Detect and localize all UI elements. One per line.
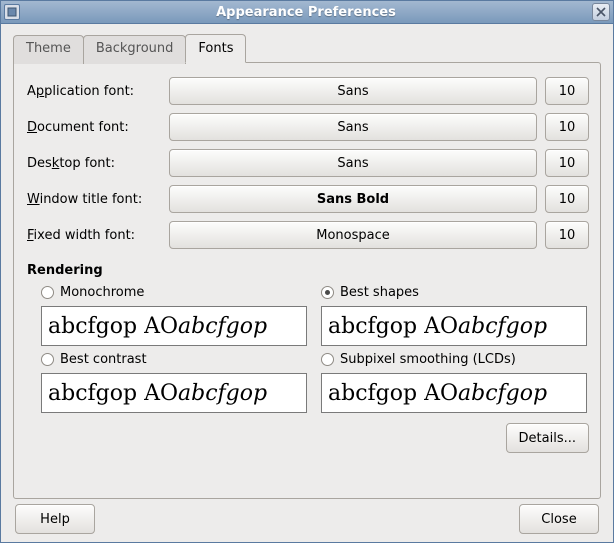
radio-icon [41, 286, 54, 299]
appearance-preferences-window: Appearance Preferences Theme Background … [0, 0, 614, 543]
window-title-font-label: Window title font: [25, 192, 161, 207]
content-area: Theme Background Fonts Application font:… [1, 24, 613, 542]
dialog-footer: Help Close [13, 500, 601, 534]
radio-subpixel-label: Subpixel smoothing (LCDs) [340, 352, 516, 367]
details-button[interactable]: Details... [506, 423, 589, 453]
radio-best-contrast-label: Best contrast [60, 352, 147, 367]
window-title-font-button[interactable]: Sans Bold [169, 185, 537, 213]
window-title: Appearance Preferences [216, 5, 396, 20]
application-font-button[interactable]: Sans [169, 77, 537, 105]
fixed-width-font-label: Fixed width font: [25, 228, 161, 243]
radio-subpixel[interactable]: Subpixel smoothing (LCDs) [321, 351, 587, 368]
fixed-width-font-button[interactable]: Monospace [169, 221, 537, 249]
desktop-font-label: Desktop font: [25, 156, 161, 171]
desktop-font-row: Desktop font: Sans 10 [25, 149, 589, 177]
rendering-heading: Rendering [27, 263, 589, 278]
preview-monochrome: abcfgop AO abcfgop [41, 306, 307, 346]
titlebar: Appearance Preferences [1, 1, 613, 24]
radio-monochrome[interactable]: Monochrome [41, 284, 307, 301]
document-font-row: Document font: Sans 10 [25, 113, 589, 141]
close-button[interactable]: Close [519, 504, 599, 534]
preview-best-contrast: abcfgop AO abcfgop [41, 373, 307, 413]
radio-best-shapes[interactable]: Best shapes [321, 284, 587, 301]
radio-icon [321, 353, 334, 366]
window-title-font-row: Window title font: Sans Bold 10 [25, 185, 589, 213]
tab-fonts[interactable]: Fonts [185, 34, 246, 63]
fixed-width-font-size-button[interactable]: 10 [545, 221, 589, 249]
document-font-button[interactable]: Sans [169, 113, 537, 141]
document-font-size-button[interactable]: 10 [545, 113, 589, 141]
details-row: Details... [25, 423, 589, 453]
application-font-label: Application font: [25, 84, 161, 99]
tab-background[interactable]: Background [83, 35, 187, 64]
application-font-row: Application font: Sans 10 [25, 77, 589, 105]
tab-theme[interactable]: Theme [13, 35, 84, 64]
desktop-font-size-button[interactable]: 10 [545, 149, 589, 177]
document-font-label: Document font: [25, 120, 161, 135]
app-icon [4, 4, 20, 20]
fonts-panel: Application font: Sans 10 Document font:… [13, 62, 601, 499]
fixed-width-font-row: Fixed width font: Monospace 10 [25, 221, 589, 249]
close-icon[interactable] [592, 3, 610, 21]
preview-subpixel: abcfgop AO abcfgop [321, 373, 587, 413]
radio-icon [321, 286, 334, 299]
preview-best-shapes: abcfgop AO abcfgop [321, 306, 587, 346]
desktop-font-button[interactable]: Sans [169, 149, 537, 177]
rendering-grid: Monochrome Best shapes abcfgop AO abcfgo… [25, 284, 589, 413]
tab-strip: Theme Background Fonts [13, 34, 601, 63]
help-button[interactable]: Help [15, 504, 95, 534]
radio-best-contrast[interactable]: Best contrast [41, 351, 307, 368]
radio-best-shapes-label: Best shapes [340, 285, 419, 300]
window-title-font-size-button[interactable]: 10 [545, 185, 589, 213]
radio-icon [41, 353, 54, 366]
application-font-size-button[interactable]: 10 [545, 77, 589, 105]
radio-monochrome-label: Monochrome [60, 285, 144, 300]
